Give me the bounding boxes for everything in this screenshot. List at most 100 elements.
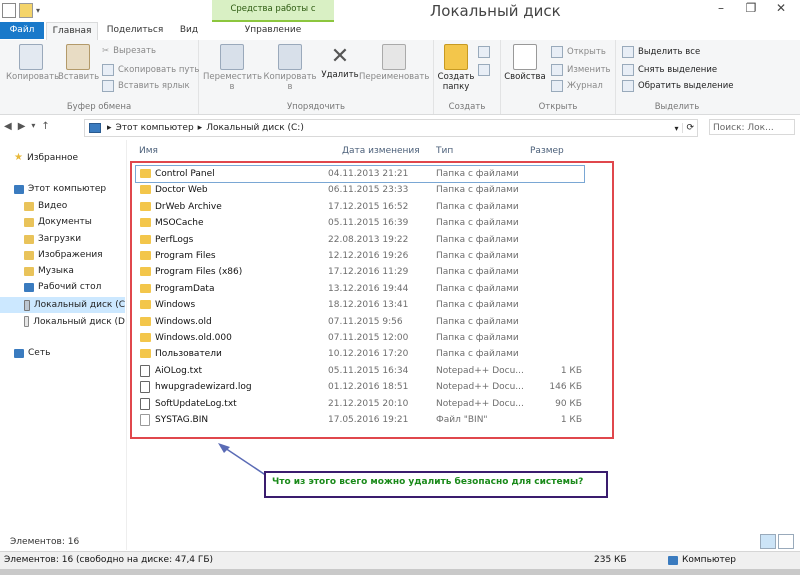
nav-item-label: Локальный диск (D [33, 316, 125, 327]
properties-button[interactable]: Свойства [503, 44, 547, 82]
address-dropdown-icon[interactable]: ▾ [674, 124, 678, 133]
copy-path-button[interactable]: Скопировать путь [102, 64, 199, 76]
back-arrow-icon[interactable]: ◀ [4, 121, 12, 132]
arrow-head [218, 443, 230, 453]
status-bar-pane: Элементов: 16 [0, 534, 800, 550]
up-arrow-icon[interactable]: ↑ [41, 121, 49, 132]
status-items-free: Элементов: 16 (свободно на диске: 47,4 Г… [4, 555, 214, 565]
nav-item-desktop[interactable]: Рабочий стол [24, 282, 101, 292]
recent-chevron-down-icon[interactable]: ▾ [31, 121, 35, 132]
column-name[interactable]: Имя [139, 146, 158, 156]
items-count: Элементов: 16 [10, 537, 80, 547]
large-icons-view-icon[interactable] [778, 534, 794, 549]
new-folder-button[interactable]: Создать папку [436, 44, 476, 92]
customize-qat-icon[interactable]: ▾ [36, 6, 40, 15]
nav-favorites[interactable]: ★ Избранное [14, 152, 78, 163]
downloads-folder-icon [24, 234, 34, 244]
status-bar: Элементов: 16 (свободно на диске: 47,4 Г… [0, 551, 800, 569]
paste-button[interactable]: Вставить [58, 44, 99, 82]
move-to-label: Переместить в [203, 72, 262, 92]
edit-button[interactable]: Изменить [551, 64, 611, 76]
paste-shortcut-button[interactable]: Вставить ярлык [102, 80, 190, 92]
nav-network[interactable]: Сеть [14, 348, 50, 358]
nav-item-label: Локальный диск (C [33, 300, 125, 310]
drive-icon [24, 299, 30, 311]
quick-access-toolbar: ▾ [2, 3, 40, 18]
new-folder-icon[interactable] [19, 3, 33, 18]
copy-icon [19, 44, 43, 70]
nav-item-pictures[interactable]: Изображения [24, 250, 103, 260]
tab-home[interactable]: Главная [46, 22, 98, 41]
video-folder-icon [24, 201, 34, 211]
copy-to-label: Копировать в [263, 72, 317, 92]
history-icon [551, 80, 563, 92]
nav-item-music[interactable]: Музыка [24, 266, 74, 276]
column-size[interactable]: Размер [530, 146, 564, 156]
organize-group-label: Упорядочить [286, 102, 346, 112]
nav-network-label: Сеть [28, 348, 51, 358]
select-all-label: Выделить все [638, 47, 701, 57]
tab-file[interactable]: Файл [0, 22, 44, 39]
nav-buttons: ◀ ▶ ▾ ↑ [4, 121, 50, 132]
select-all-icon [622, 46, 634, 58]
select-group-label: Выделить [654, 102, 700, 112]
invert-selection-button[interactable]: Обратить выделение [622, 80, 733, 92]
select-none-button[interactable]: Снять выделение [622, 64, 717, 76]
delete-button[interactable]: ✕ Удалить [319, 44, 361, 80]
new-group: Создать папку Создать [434, 40, 501, 114]
nav-this-pc[interactable]: Этот компьютер [14, 184, 106, 194]
breadcrumb-sep-icon[interactable]: ▸ [198, 123, 203, 133]
move-to-icon [220, 44, 244, 70]
history-button[interactable]: Журнал [551, 80, 603, 92]
details-view-icon[interactable] [760, 534, 776, 549]
properties-label: Свойства [504, 72, 546, 82]
forward-arrow-icon[interactable]: ▶ [18, 121, 26, 132]
computer-icon [668, 555, 678, 565]
move-to-button[interactable]: Переместить в [203, 44, 262, 92]
maximize-button[interactable]: ❐ [736, 0, 766, 18]
nav-item-local-disk-c[interactable]: Локальный диск (C [0, 297, 125, 313]
nav-item-downloads[interactable]: Загрузки [24, 234, 81, 244]
refresh-icon[interactable]: ⟳ [682, 123, 697, 133]
column-headers: Имя Дата изменения Тип Размер [132, 144, 587, 160]
copy-to-button[interactable]: Копировать в [261, 44, 319, 92]
history-label: Журнал [567, 81, 603, 91]
invert-selection-label: Обратить выделение [638, 81, 734, 91]
minimize-button[interactable]: – [706, 0, 736, 18]
rename-button[interactable]: Переименовать [359, 44, 429, 82]
nav-item-label: Музыка [38, 266, 74, 276]
breadcrumb-local-disk[interactable]: Локальный диск (C:) [206, 123, 304, 133]
address-box[interactable]: ▸ Этот компьютер ▸ Локальный диск (C:) ▾… [84, 119, 698, 137]
open-button[interactable]: Открыть [551, 46, 606, 58]
copy-button[interactable]: Копировать [6, 44, 59, 82]
select-none-label: Снять выделение [638, 65, 718, 75]
desktop-folder-icon [24, 282, 34, 292]
status-zone: Компьютер [668, 555, 736, 565]
star-icon: ★ [14, 152, 23, 163]
breadcrumb-this-pc[interactable]: Этот компьютер [116, 123, 194, 133]
tab-manage[interactable]: Управление [212, 22, 334, 39]
copy-to-icon [278, 44, 302, 70]
search-input[interactable]: Поиск: Лок... [709, 119, 795, 135]
new-folder-label: Создать папку [437, 72, 475, 92]
select-all-button[interactable]: Выделить все [622, 46, 700, 58]
column-date[interactable]: Дата изменения [342, 146, 420, 156]
easy-access-button[interactable] [478, 64, 490, 76]
nav-item-documents[interactable]: Документы [24, 217, 92, 227]
tab-view[interactable]: Вид [172, 22, 206, 39]
nav-item-local-disk-d[interactable]: Локальный диск (D [24, 316, 125, 327]
column-type[interactable]: Тип [436, 146, 453, 156]
cut-button[interactable]: ✂ Вырезать [102, 46, 156, 56]
properties-icon[interactable] [2, 3, 16, 18]
select-group: Выделить все Снять выделение Обратить вы… [616, 40, 738, 114]
breadcrumb-sep-icon[interactable]: ▸ [107, 123, 112, 133]
taskbar-strip [0, 569, 800, 575]
close-button[interactable]: ✕ [766, 0, 796, 18]
delete-label: Удалить [321, 70, 359, 80]
new-item-button[interactable] [478, 46, 490, 58]
nav-item-video[interactable]: Видео [24, 201, 67, 211]
annotation-text: Что из этого всего можно удалить безопас… [272, 477, 584, 487]
paste-icon [66, 44, 90, 70]
tab-share[interactable]: Поделиться [100, 22, 170, 39]
music-folder-icon [24, 266, 34, 276]
